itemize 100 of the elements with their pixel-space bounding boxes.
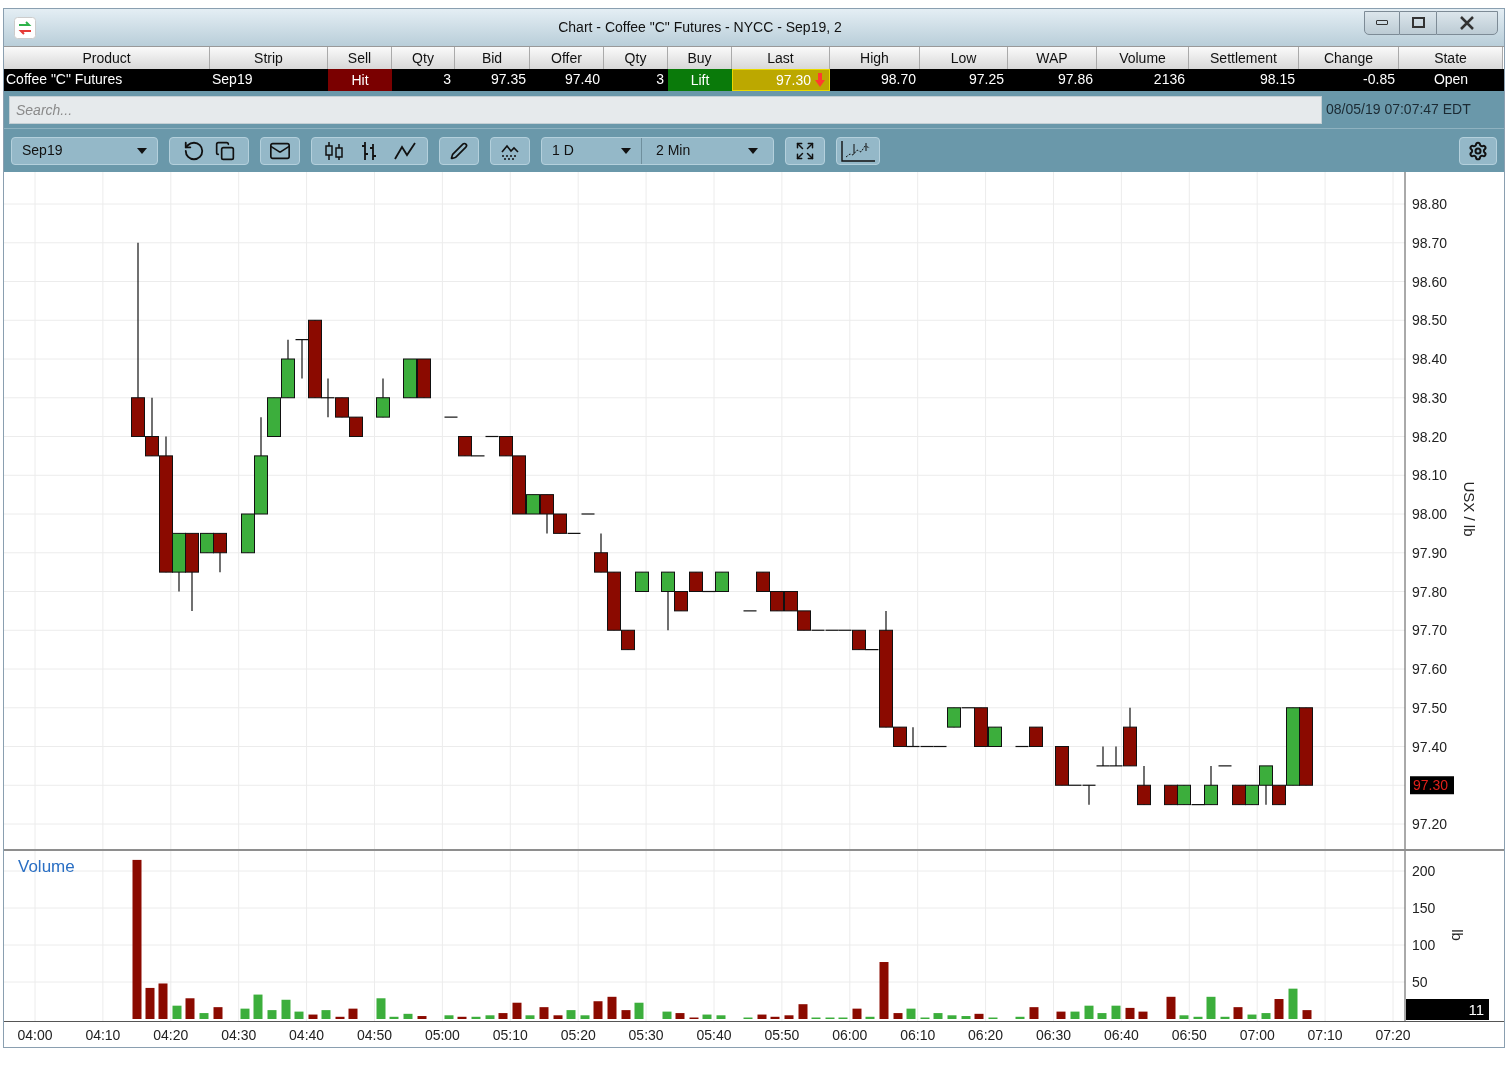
time-axis-label: 05:10	[492, 1027, 528, 1043]
table-cell-text: 97.25	[967, 70, 1005, 89]
price-axis-label: 97.90	[1412, 544, 1448, 561]
app-icon	[14, 16, 36, 39]
table-cell-text: -0.85	[1362, 70, 1396, 89]
volume-axis-label: 50	[1412, 974, 1428, 990]
time-axis-label: 05:30	[628, 1027, 664, 1043]
table-cell-text: 98.70	[879, 70, 917, 89]
time-axis-label: 07:10	[1307, 1027, 1343, 1043]
contract-dropdown[interactable]: Sep19	[11, 136, 158, 165]
hit-button[interactable]: Hit	[328, 69, 392, 91]
time-axis-label: 06:00	[832, 1027, 868, 1043]
price-axis-label: 97.80	[1412, 583, 1448, 600]
column-header[interactable]: Volume	[1097, 47, 1189, 69]
time-axis-label: 06:10	[900, 1027, 936, 1043]
time-axis-label: 04:50	[357, 1027, 392, 1043]
volume-chart-title: Volume	[18, 857, 75, 876]
table-cell-text: 2136	[1152, 70, 1186, 89]
expand-icon[interactable]	[795, 140, 815, 161]
time-axis-label: 04:10	[85, 1027, 121, 1043]
price-axis-label: 98.50	[1412, 312, 1448, 329]
table-cell-text: 97.35	[489, 70, 527, 89]
time-axis-label: 06:30	[1036, 1027, 1071, 1043]
time-axis-label: 05:50	[764, 1027, 800, 1043]
time-axis-label: 06:50	[1171, 1027, 1207, 1043]
ohlc-bars-icon[interactable]	[359, 139, 378, 162]
time-axis-label: 05:20	[560, 1027, 596, 1043]
volume-axis-label: 200	[1412, 863, 1436, 879]
price-axis-label: 98.20	[1412, 428, 1448, 445]
price-axis-label: 97.40	[1412, 738, 1448, 755]
close-icon	[1459, 15, 1475, 30]
interval-dropdown[interactable]: 2 Min	[642, 137, 772, 164]
column-header[interactable]: WAP	[1008, 47, 1097, 69]
last-price-marker: 97.30	[1410, 776, 1454, 795]
price-axis-label: 97.50	[1412, 699, 1448, 716]
time-axis-label: 04:20	[153, 1027, 189, 1043]
settings-icon[interactable]	[1468, 140, 1488, 161]
volume-axis-label: 150	[1412, 900, 1436, 916]
price-axis-label: 98.40	[1412, 351, 1448, 367]
price-axis-label: 98.60	[1412, 273, 1448, 290]
lift-button[interactable]: Lift	[668, 69, 732, 91]
table-cell-text: Open	[1432, 70, 1470, 89]
column-header[interactable]: Offer	[530, 47, 604, 69]
column-header[interactable]: Product	[4, 47, 210, 69]
time-axis-label: 07:20	[1375, 1027, 1411, 1043]
column-header[interactable]: Change	[1299, 47, 1399, 69]
price-axis-label: 97.20	[1412, 816, 1448, 832]
column-header[interactable]: High	[830, 47, 920, 69]
search-field[interactable]: Search...	[9, 95, 1322, 124]
column-header[interactable]: Strip	[210, 47, 328, 69]
column-header[interactable]: State	[1399, 47, 1503, 69]
table-cell-text: 97.86	[1056, 70, 1094, 89]
column-header[interactable]: Buy	[668, 47, 732, 69]
column-header[interactable]: Bid	[455, 47, 530, 69]
dropdown-caret-icon	[137, 147, 147, 154]
time-axis-label: 04:30	[221, 1027, 257, 1043]
maximize-button[interactable]	[1400, 10, 1436, 35]
volume-axis-label: 100	[1412, 937, 1436, 953]
timestamp: 08/05/19 07:07:47 EDT	[1326, 100, 1471, 119]
minimize-button[interactable]	[1364, 10, 1400, 35]
time-axis-label: 05:40	[696, 1027, 732, 1043]
range-dropdown[interactable]: 1 D	[542, 137, 642, 164]
time-axis-label: 05:00	[424, 1027, 460, 1043]
dropdown-caret-icon	[621, 147, 631, 154]
price-axis-label: 98.80	[1412, 196, 1448, 212]
minimize-icon	[1376, 20, 1388, 25]
table-cell-text: 3	[442, 70, 452, 89]
close-button[interactable]	[1436, 10, 1498, 35]
table-cell-text: 3	[655, 70, 665, 89]
candlestick-icon[interactable]	[323, 139, 344, 162]
price-axis-label: 98.00	[1412, 506, 1448, 522]
time-axis-label: 07:00	[1239, 1027, 1275, 1043]
price-axis-label: 98.30	[1412, 389, 1448, 406]
copy-icon[interactable]	[215, 140, 235, 161]
time-axis-label: 04:00	[17, 1027, 53, 1043]
pen-icon[interactable]	[450, 141, 468, 160]
reset-icon[interactable]	[183, 139, 205, 162]
column-header[interactable]: Qty	[604, 47, 668, 69]
price-axis-label: 98.10	[1412, 467, 1448, 484]
price-axis-label: 98.70	[1412, 234, 1448, 251]
scatter-chart-icon[interactable]	[840, 139, 876, 162]
volume-axis-title: lb	[1449, 929, 1466, 941]
line-chart-icon[interactable]	[393, 140, 416, 161]
time-axis-label: 06:20	[968, 1027, 1004, 1043]
column-header[interactable]: Sell	[328, 47, 392, 69]
window-title: Chart - Coffee "C" Futures - NYCC - Sep19, 2	[557, 18, 843, 37]
column-header[interactable]: Low	[920, 47, 1008, 69]
column-header[interactable]: Qty	[392, 47, 455, 69]
price-axis-title: USX / lb	[1461, 481, 1478, 537]
column-header[interactable]: Settlement	[1189, 47, 1299, 69]
table-cell-text: 97.40	[563, 70, 601, 89]
dropdown-caret-icon	[748, 147, 758, 154]
table-cell-text: 98.15	[1258, 70, 1296, 89]
time-axis-label: 06:40	[1103, 1027, 1139, 1043]
price-axis-label: 97.70	[1412, 622, 1448, 639]
table-cell-text: Coffee "C" Futures	[5, 70, 124, 89]
column-header[interactable]: Last	[732, 47, 830, 69]
maximize-icon	[1411, 17, 1425, 28]
time-axis-label: 04:40	[289, 1027, 325, 1043]
price-axis-label: 97.60	[1412, 661, 1448, 677]
